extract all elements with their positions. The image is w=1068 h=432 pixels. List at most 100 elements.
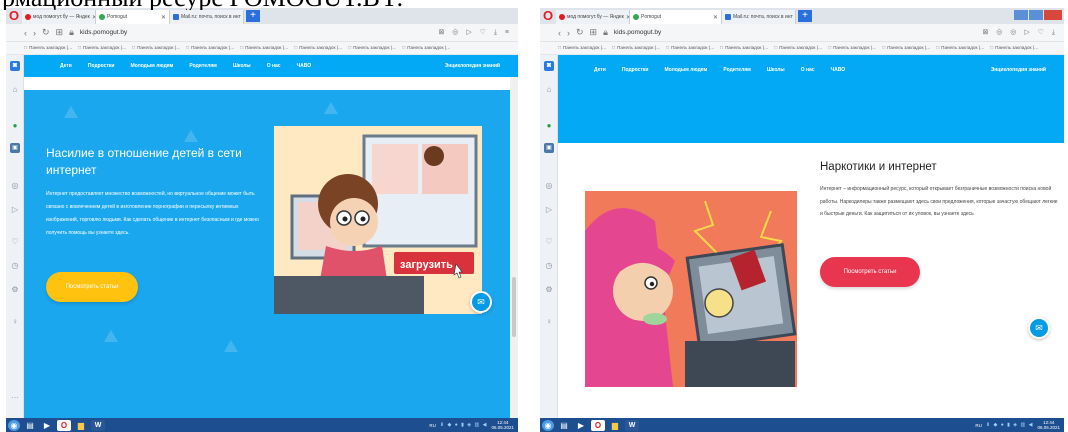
play-icon[interactable]: ▷ bbox=[544, 205, 554, 215]
nav-item-about[interactable]: О нас bbox=[801, 67, 815, 73]
view-articles-button[interactable]: Посмотреть статьи bbox=[46, 272, 138, 302]
bookmark-item[interactable]: Панель закладок (... bbox=[828, 45, 876, 51]
bookmark-item[interactable]: Панель закладок (... bbox=[294, 45, 342, 51]
opera-logo-icon[interactable]: O bbox=[6, 8, 22, 24]
folder-icon[interactable]: ▆ bbox=[608, 420, 622, 431]
settings-icon[interactable]: ⚙︎ bbox=[10, 285, 20, 295]
nav-item-faq[interactable]: ЧАВО bbox=[831, 67, 846, 73]
bookmark-item[interactable]: Панель закладок (... bbox=[132, 45, 180, 51]
close-icon[interactable]: ✕ bbox=[161, 14, 166, 21]
forward-arrow-icon[interactable]: › bbox=[567, 28, 570, 38]
toolbar-icons[interactable]: ⊠ ◎ ◎ ▷ ♡ ⤓ bbox=[982, 28, 1058, 37]
bookmark-item[interactable]: Панель закладок (... bbox=[558, 45, 606, 51]
browser-tab-active[interactable]: Pomogut ✕ bbox=[630, 10, 722, 24]
clock-icon[interactable]: ◷ bbox=[10, 261, 20, 271]
opera-icon[interactable]: O bbox=[591, 419, 605, 431]
view-articles-button[interactable]: Посмотреть статьи bbox=[820, 257, 920, 287]
nav-item-schools[interactable]: Школы bbox=[233, 63, 251, 69]
bookmark-item[interactable]: Панель закладок (... bbox=[78, 45, 126, 51]
close-icon[interactable]: ✕ bbox=[713, 14, 718, 21]
nav-item-encyclopedia[interactable]: Энциклопедия знаний bbox=[991, 67, 1046, 73]
heart-icon[interactable]: ♡ bbox=[544, 237, 554, 247]
close-icon[interactable]: ✕ bbox=[243, 14, 244, 21]
nav-item-young-people[interactable]: Молодым людям bbox=[130, 63, 173, 69]
bookmark-item[interactable]: Панель закладок (... bbox=[882, 45, 930, 51]
bookmark-item[interactable]: Панель закладок (... bbox=[348, 45, 396, 51]
scrollbar-thumb[interactable] bbox=[512, 277, 516, 337]
camera-icon[interactable]: ◎ bbox=[10, 181, 20, 191]
nav-item-young-people[interactable]: Молодым людям bbox=[664, 67, 707, 73]
nav-item-parents[interactable]: Родителям bbox=[723, 67, 750, 73]
opera-icon[interactable]: O bbox=[57, 419, 71, 431]
new-tab-button[interactable]: + bbox=[798, 10, 812, 22]
nav-item-teens[interactable]: Подростки bbox=[622, 67, 649, 73]
start-icon[interactable]: ◉ bbox=[542, 419, 554, 431]
browser-tab[interactable]: мод помогут.бу — Яндек✕ bbox=[22, 10, 96, 24]
more-icon[interactable]: … bbox=[10, 391, 20, 401]
language-indicator[interactable]: RU bbox=[975, 423, 982, 428]
clock[interactable]: 12:44 06.05.2021 bbox=[491, 420, 514, 430]
start-icon[interactable]: ◉ bbox=[8, 419, 20, 431]
explorer-icon[interactable]: ▤ bbox=[23, 420, 37, 431]
home-icon[interactable]: ⌂ bbox=[544, 85, 554, 95]
opera-logo-icon[interactable]: O bbox=[540, 8, 556, 24]
lightbulb-icon[interactable]: ♀ bbox=[10, 317, 20, 327]
heart-icon[interactable]: ♡ bbox=[10, 237, 20, 247]
browser-tab[interactable]: Mail.ru: почта, поиск в инт✕ bbox=[722, 10, 796, 24]
page-scrollbar[interactable] bbox=[510, 77, 518, 418]
nav-item-children[interactable]: Дети bbox=[594, 67, 606, 73]
clock[interactable]: 12:44 06.05.2021 bbox=[1037, 420, 1060, 430]
bookmark-item[interactable]: Панель закладок (... bbox=[936, 45, 984, 51]
nav-item-parents[interactable]: Родителям bbox=[189, 63, 216, 69]
play-icon[interactable]: ▷ bbox=[10, 205, 20, 215]
messenger-icon[interactable]: ◙ bbox=[10, 61, 20, 71]
maximize-button[interactable] bbox=[1029, 10, 1043, 20]
grid-icon[interactable]: ⊞ bbox=[590, 27, 598, 38]
grid-icon[interactable]: ⊞ bbox=[56, 27, 64, 38]
back-arrow-icon[interactable]: ‹ bbox=[24, 28, 27, 38]
bookmark-item[interactable]: Панель закладок (... bbox=[24, 45, 72, 51]
reload-icon[interactable]: ↻ bbox=[576, 27, 584, 38]
nav-item-children[interactable]: Дети bbox=[60, 63, 72, 69]
bookmark-item[interactable]: Панель закладок (... bbox=[774, 45, 822, 51]
media-icon[interactable]: ▶︎ bbox=[574, 420, 588, 431]
camera-icon[interactable]: ◎ bbox=[544, 181, 554, 191]
messenger-icon[interactable]: ◙ bbox=[544, 61, 554, 71]
nav-item-teens[interactable]: Подростки bbox=[88, 63, 115, 69]
lightbulb-icon[interactable]: ♀ bbox=[544, 317, 554, 327]
word-icon[interactable]: W bbox=[91, 419, 105, 431]
word-icon[interactable]: W bbox=[625, 419, 639, 431]
close-icon[interactable]: ✕ bbox=[795, 14, 796, 21]
forward-arrow-icon[interactable]: › bbox=[33, 28, 36, 38]
url-field[interactable]: kids.pomogut.by bbox=[80, 29, 127, 36]
minimize-button[interactable] bbox=[1014, 10, 1028, 20]
close-window-button[interactable] bbox=[1044, 10, 1062, 20]
chat-button[interactable]: ✉︎ bbox=[470, 291, 492, 313]
reload-icon[interactable]: ↻ bbox=[42, 27, 50, 38]
bookmark-item[interactable]: Панель закладок (... bbox=[990, 45, 1038, 51]
bookmark-item[interactable]: Панель закладок (... bbox=[402, 45, 450, 51]
toolbar-icons[interactable]: ⊠ ◎ ▷ ♡ ⤓ ≡ bbox=[438, 28, 512, 37]
nav-item-encyclopedia[interactable]: Энциклопедия знаний bbox=[445, 63, 500, 69]
settings-icon[interactable]: ⚙︎ bbox=[544, 285, 554, 295]
new-tab-button[interactable]: + bbox=[246, 10, 260, 22]
bookmark-item[interactable]: Панель закладок (... bbox=[666, 45, 714, 51]
chat-button[interactable]: ✉︎ bbox=[1028, 317, 1050, 339]
back-arrow-icon[interactable]: ‹ bbox=[558, 28, 561, 38]
media-icon[interactable]: ▶︎ bbox=[40, 420, 54, 431]
bookmark-item[interactable]: Панель закладок (... bbox=[186, 45, 234, 51]
whatsapp-icon[interactable]: ● bbox=[10, 121, 20, 131]
home-icon[interactable]: ⌂ bbox=[10, 85, 20, 95]
explorer-icon[interactable]: ▤ bbox=[557, 420, 571, 431]
vk-icon[interactable]: ▣ bbox=[10, 143, 20, 153]
tray-icons[interactable]: ⬇ ◆ ● ▮ ◈ ▥ ◀ bbox=[986, 422, 1034, 428]
bookmark-item[interactable]: Панель закладок (... bbox=[240, 45, 288, 51]
browser-tab-active[interactable]: Pomogut ✕ bbox=[96, 10, 170, 24]
vk-icon[interactable]: ▣ bbox=[544, 143, 554, 153]
bookmark-item[interactable]: Панель закладок (... bbox=[720, 45, 768, 51]
folder-icon[interactable]: ▆ bbox=[74, 420, 88, 431]
nav-item-about[interactable]: О нас bbox=[267, 63, 281, 69]
browser-tab[interactable]: мод помогут.бу — Яндек✕ bbox=[556, 10, 630, 24]
whatsapp-icon[interactable]: ● bbox=[544, 121, 554, 131]
browser-tab[interactable]: Mail.ru: почта, поиск в инт✕ bbox=[170, 10, 244, 24]
